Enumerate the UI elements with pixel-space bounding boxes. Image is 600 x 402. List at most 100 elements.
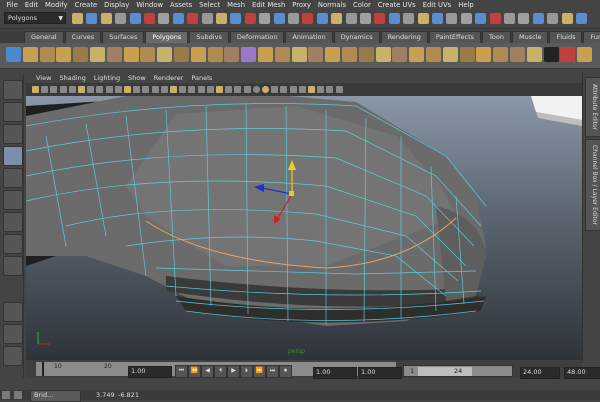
shelf-tab-fur[interactable]: Fur <box>583 31 600 43</box>
menu-select[interactable]: Select <box>196 0 224 10</box>
shelf-tool-icon[interactable] <box>308 47 324 62</box>
window-icon[interactable] <box>14 391 22 399</box>
shelf-tool-icon[interactable] <box>291 47 307 62</box>
panel-tool-icon[interactable] <box>335 86 343 93</box>
taskbar-item[interactable]: Brid... <box>30 390 81 402</box>
shelf-tab-muscle[interactable]: Muscle <box>511 31 549 43</box>
shelf-tool-icon[interactable] <box>258 47 273 62</box>
status-tool-icon[interactable] <box>489 13 501 24</box>
mode-selector[interactable]: Polygons ▼ <box>4 12 66 24</box>
shelf-tool-icon[interactable] <box>442 47 458 62</box>
status-tool-icon[interactable] <box>432 13 443 24</box>
panel-tool-icon[interactable] <box>105 86 113 93</box>
shelf-tool-icon[interactable] <box>22 47 38 62</box>
panel-tool-icon[interactable] <box>170 86 177 93</box>
status-tool-icon[interactable] <box>446 13 458 24</box>
menu-window[interactable]: Window <box>133 0 167 10</box>
panel-tool-icon[interactable] <box>133 86 141 93</box>
shelf-tool-icon[interactable] <box>358 47 374 62</box>
menu-color[interactable]: Color <box>350 0 375 10</box>
time-cursor[interactable] <box>42 362 44 376</box>
shelf-tool-icon[interactable] <box>325 47 341 62</box>
playback-button-icon[interactable]: ⏩ <box>253 365 266 378</box>
shelf-tab-general[interactable]: General <box>24 31 64 43</box>
menu-mesh[interactable]: Mesh <box>224 0 249 10</box>
shelf-tool-icon[interactable] <box>157 47 173 62</box>
shelf-tool-icon[interactable] <box>426 47 441 62</box>
panel-tool-icon[interactable] <box>114 86 122 93</box>
panel-tool-icon[interactable] <box>59 86 67 93</box>
panel-tool-icon[interactable] <box>32 86 39 93</box>
panel-tool-icon[interactable] <box>197 86 205 93</box>
shelf-tab-polygons[interactable]: Polygons <box>145 31 189 43</box>
status-tool-icon[interactable] <box>504 13 515 24</box>
panel-tool-icon[interactable] <box>188 86 196 93</box>
current-time-field[interactable]: 1.00 <box>128 366 172 378</box>
outliner-layout-icon[interactable] <box>3 346 23 366</box>
panel-tool-icon[interactable] <box>206 86 214 93</box>
shelf-tool-icon[interactable] <box>224 47 240 62</box>
status-tool-icon[interactable] <box>144 13 155 24</box>
panel-menu-shading[interactable]: Shading <box>55 74 89 82</box>
status-tool-icon[interactable] <box>158 13 170 24</box>
menu-edit-mesh[interactable]: Edit Mesh <box>249 0 289 10</box>
shelf-tool-icon[interactable] <box>140 47 156 62</box>
panel-tool-icon[interactable] <box>142 86 150 93</box>
status-tool-icon[interactable] <box>532 13 544 24</box>
panel-tool-icon[interactable] <box>68 86 76 93</box>
playback-button-icon[interactable]: ⏮ <box>175 365 188 378</box>
shelf-tool-icon[interactable] <box>6 47 21 62</box>
status-tool-icon[interactable] <box>259 13 271 24</box>
shelf-tab-toon[interactable]: Toon <box>482 31 511 43</box>
panel-menu-view[interactable]: View <box>32 74 55 82</box>
status-tool-icon[interactable] <box>201 13 213 24</box>
shelf-tab-rendering[interactable]: Rendering <box>380 31 428 43</box>
panel-tool-icon[interactable] <box>289 86 297 93</box>
range-slider[interactable]: 1 24 <box>403 365 513 377</box>
window-icon[interactable] <box>2 391 10 399</box>
menu-display[interactable]: Display <box>101 0 133 10</box>
status-tool-icon[interactable] <box>561 13 573 24</box>
panel-tool-icon[interactable] <box>87 86 95 93</box>
range-end-field[interactable]: 48.00 <box>564 367 600 379</box>
shelf-tab-painteffects[interactable]: PaintEffects <box>428 31 482 43</box>
panel-menu-lighting[interactable]: Lighting <box>90 74 124 82</box>
status-tool-icon[interactable] <box>475 13 487 24</box>
shelf-tool-icon[interactable] <box>526 47 542 62</box>
last-tool-icon[interactable] <box>3 256 23 276</box>
panel-tool-icon[interactable] <box>252 86 260 93</box>
playback-button-icon[interactable]: ⏺ <box>279 365 292 378</box>
layout-four-icon[interactable] <box>3 324 23 344</box>
shelf-tool-icon[interactable] <box>190 47 206 62</box>
status-tool-icon[interactable] <box>518 13 530 24</box>
status-tool-icon[interactable] <box>100 13 112 24</box>
panel-tool-icon[interactable] <box>78 86 85 93</box>
panel-menu-renderer[interactable]: Renderer <box>150 74 188 82</box>
menu-edit[interactable]: Edit <box>21 0 41 10</box>
panel-tool-icon[interactable] <box>96 86 104 93</box>
range-slider-handle[interactable] <box>418 367 472 376</box>
status-tool-icon[interactable] <box>288 13 299 24</box>
panel-tool-icon[interactable] <box>271 86 279 93</box>
panel-tool-icon[interactable] <box>41 86 49 93</box>
panel-tool-icon[interactable] <box>225 86 233 93</box>
panel-tool-icon[interactable] <box>298 86 306 93</box>
status-tool-icon[interactable] <box>273 13 285 24</box>
shelf-tool-icon[interactable] <box>409 47 425 62</box>
panel-tool-icon[interactable] <box>151 86 159 93</box>
panel-tool-icon[interactable] <box>243 86 251 93</box>
status-tool-icon[interactable] <box>316 13 328 24</box>
soft-mod-tool-icon[interactable] <box>3 234 23 254</box>
channel-box-tab[interactable]: Channel Box / Layer Editor <box>585 139 600 231</box>
move-tool-icon[interactable] <box>3 146 23 166</box>
status-tool-icon[interactable] <box>388 13 400 24</box>
shelf-tool-icon[interactable] <box>73 47 89 62</box>
playback-button-icon[interactable]: ⏭ <box>266 365 279 378</box>
paint-select-tool-icon[interactable] <box>3 124 23 144</box>
menu-modify[interactable]: Modify <box>42 0 72 10</box>
panel-tool-icon[interactable] <box>234 86 242 93</box>
status-tool-icon[interactable] <box>547 13 559 24</box>
range-start-field[interactable]: 1.00 <box>313 367 357 379</box>
panel-tool-icon[interactable] <box>262 86 269 93</box>
menu-help[interactable]: Help <box>455 0 478 10</box>
